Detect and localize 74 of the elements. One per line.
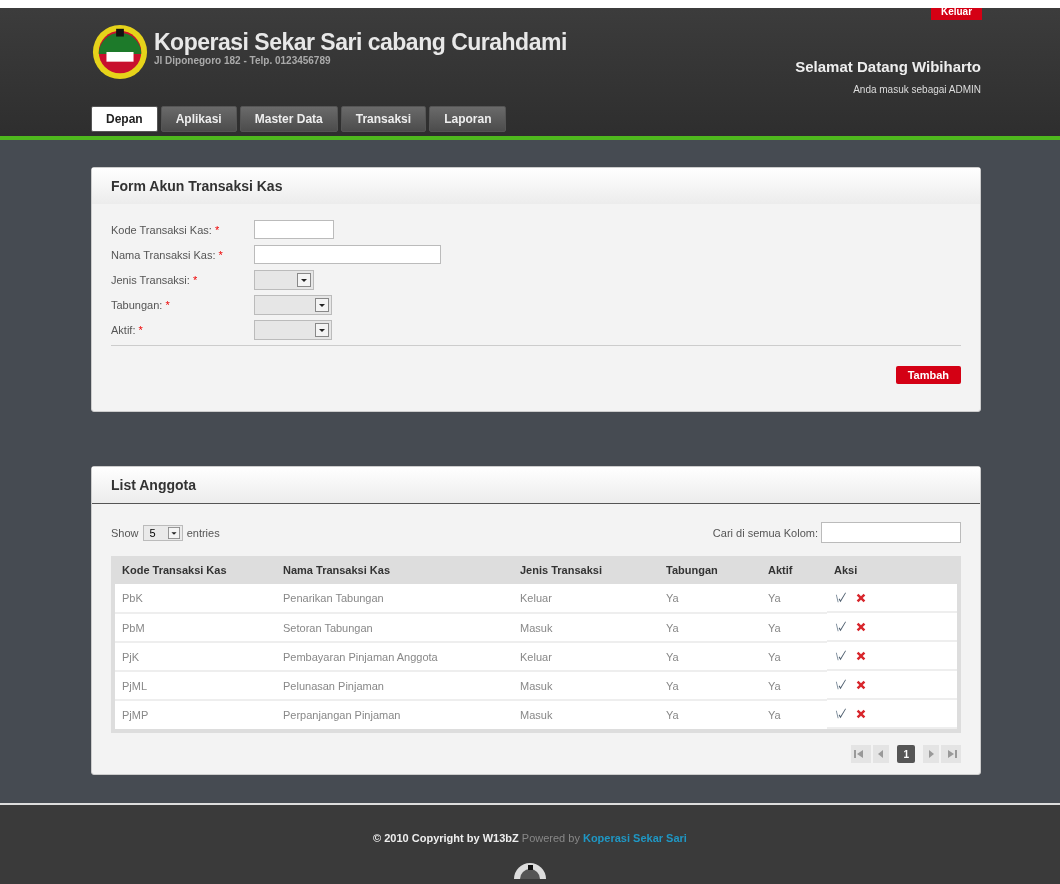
first-page-icon[interactable] xyxy=(851,745,872,763)
table-cell: Ya xyxy=(659,642,761,671)
dropdown-field[interactable] xyxy=(254,269,314,290)
site-title: Koperasi Sekar Sari cabang Curahdami xyxy=(154,29,567,55)
edit-icon[interactable] xyxy=(834,678,847,691)
welcome-text: Selamat Datang Wibiharto xyxy=(795,58,981,75)
table-cell: Pelunasan Pinjaman xyxy=(276,671,513,700)
table-cell: PbM xyxy=(113,613,276,642)
table-cell: Masuk xyxy=(513,671,659,700)
column-header[interactable]: Tabungan xyxy=(659,556,761,584)
nav-tab[interactable]: Depan xyxy=(91,106,158,132)
logout-button[interactable]: Keluar xyxy=(931,8,982,20)
edit-icon[interactable] xyxy=(834,649,847,662)
table-cell: Masuk xyxy=(513,613,659,642)
site-address: Jl Diponegoro 182 - Telp. 0123456789 xyxy=(154,55,332,66)
previous-page-icon[interactable] xyxy=(873,745,890,763)
delete-icon[interactable] xyxy=(855,649,867,662)
table-cell: Penarikan Tabungan xyxy=(276,584,513,613)
show-label: Show xyxy=(111,526,139,539)
search-label: Cari di semua Kolom: xyxy=(712,526,818,539)
table-cell: Ya xyxy=(761,671,827,700)
table-cell: Ya xyxy=(761,642,827,671)
nav-tab[interactable]: Transaksi xyxy=(340,106,427,132)
column-header[interactable]: Jenis Transaksi xyxy=(513,556,659,584)
delete-icon[interactable] xyxy=(855,620,867,633)
table-cell: Pembayaran Pinjaman Anggota xyxy=(276,642,513,671)
table-cell: PbK xyxy=(113,584,276,613)
field-label: Tabungan: * xyxy=(111,298,171,311)
table-cell: PjMP xyxy=(113,700,276,731)
text-field[interactable] xyxy=(254,220,334,239)
edit-icon[interactable] xyxy=(834,707,847,720)
entries-label: entries xyxy=(186,526,220,539)
field-label: Aktif: * xyxy=(111,323,144,336)
text-field[interactable] xyxy=(254,245,441,264)
table-cell: Ya xyxy=(761,584,827,613)
column-header[interactable]: Nama Transaksi Kas xyxy=(276,556,513,584)
table-cell: Ya xyxy=(659,671,761,700)
dropdown-field[interactable] xyxy=(254,319,332,340)
footer-text: © 2010 Copyright by W13bZ Powered by Koperasi Sekar Sari xyxy=(373,832,687,844)
column-header[interactable]: Kode Transaksi Kas xyxy=(113,556,276,584)
delete-icon[interactable] xyxy=(855,678,867,691)
search-field[interactable] xyxy=(821,522,961,543)
table-cell: Setoran Tabungan xyxy=(276,613,513,642)
panel-title: Form Akun Transaksi Kas xyxy=(92,168,980,204)
column-header[interactable]: Aktif xyxy=(761,556,827,584)
page-size-dropdown[interactable]: 5 xyxy=(142,524,183,541)
edit-icon[interactable] xyxy=(834,620,847,633)
table-cell: Keluar xyxy=(513,642,659,671)
nav-tab[interactable]: Master Data xyxy=(239,106,338,132)
table-cell: PjML xyxy=(113,671,276,700)
table-cell: Ya xyxy=(659,584,761,613)
add-button[interactable]: Tambah xyxy=(895,366,961,384)
emblem-icon xyxy=(91,23,149,81)
dropdown-field[interactable] xyxy=(254,294,332,315)
panel-title: List Anggota xyxy=(92,467,980,504)
table-cell: Masuk xyxy=(513,700,659,731)
table-cell: Keluar xyxy=(513,584,659,613)
delete-icon[interactable] xyxy=(855,591,867,604)
field-label: Kode Transaksi Kas: * xyxy=(111,223,221,236)
table-cell: Ya xyxy=(659,613,761,642)
nav-tab[interactable]: Aplikasi xyxy=(160,106,237,132)
table-cell: Ya xyxy=(761,613,827,642)
field-label: Nama Transaksi Kas: * xyxy=(111,248,224,261)
role-text: Anda masuk sebagai ADMIN xyxy=(852,84,981,95)
field-label: Jenis Transaksi: * xyxy=(111,273,199,286)
table-cell: Perpanjangan Pinjaman xyxy=(276,700,513,731)
nav-tab[interactable]: Laporan xyxy=(429,106,507,132)
table-cell: PjK xyxy=(113,642,276,671)
table-cell: Ya xyxy=(659,700,761,731)
delete-icon[interactable] xyxy=(855,707,867,720)
column-header[interactable]: Aksi xyxy=(827,556,959,584)
table-cell: Ya xyxy=(761,700,827,731)
page-button[interactable]: 1 xyxy=(897,745,915,763)
edit-icon[interactable] xyxy=(834,591,847,604)
